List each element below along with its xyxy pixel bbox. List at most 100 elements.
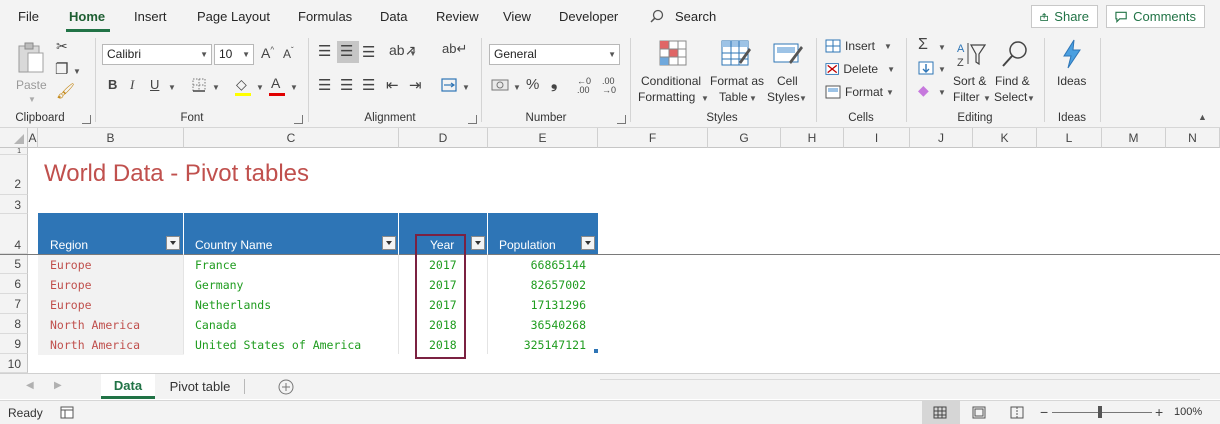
copy-dropdown-arrow[interactable]: ▼ — [73, 67, 81, 76]
sheet-tab-data[interactable]: Data — [101, 374, 155, 399]
row-header-3[interactable]: 3 — [0, 195, 28, 214]
search-icon[interactable] — [650, 9, 664, 23]
font-size-combo[interactable]: 10 ▼ — [214, 44, 254, 65]
row-header-8[interactable]: 8 — [0, 314, 28, 334]
tab-home[interactable]: Home — [69, 9, 105, 24]
table-cell-region[interactable]: Europe — [50, 258, 92, 272]
table-cell-population[interactable]: 82657002 — [531, 278, 586, 292]
sort-filter-button[interactable]: A Z Sort & Filter ▼ — [950, 37, 992, 107]
normal-view-icon[interactable] — [933, 406, 947, 419]
comma-style-icon[interactable]: ❟ — [551, 76, 557, 92]
column-header-h[interactable]: H — [781, 128, 844, 148]
column-header-d[interactable]: D — [399, 128, 488, 148]
filter-dropdown-region[interactable] — [166, 236, 180, 250]
sheet-prev-arrow-icon[interactable]: ◀ — [26, 380, 34, 391]
format-painter-icon[interactable]: 🖌 — [56, 84, 75, 99]
underline-dropdown-arrow[interactable]: ▼ — [168, 83, 176, 92]
select-all-corner[interactable] — [0, 128, 28, 148]
fill-dropdown-arrow[interactable]: ▼ — [938, 65, 946, 74]
decrease-indent-icon[interactable]: ⇤ — [386, 78, 399, 93]
cut-icon[interactable]: ✂ — [56, 39, 68, 53]
percent-icon[interactable]: % — [526, 77, 539, 92]
font-name-combo[interactable]: Calibri ▼ — [102, 44, 212, 65]
column-header-f[interactable]: F — [598, 128, 708, 148]
fill-down-icon[interactable] — [918, 61, 934, 75]
table-cell-region[interactable]: North America — [50, 318, 140, 332]
merge-dropdown-arrow[interactable]: ▼ — [462, 83, 470, 92]
increase-indent-icon[interactable]: ⇥ — [409, 78, 422, 93]
align-bottom-icon[interactable]: ☰ — [362, 45, 375, 60]
accounting-format-icon[interactable] — [491, 78, 509, 92]
orientation-dropdown-arrow[interactable]: ▼ — [409, 49, 417, 58]
row-header-6[interactable]: 6 — [0, 274, 28, 294]
accounting-dropdown-arrow[interactable]: ▼ — [513, 83, 521, 92]
search-box[interactable]: Search — [675, 9, 716, 24]
tab-file[interactable]: File — [18, 9, 39, 24]
font-launcher[interactable] — [294, 115, 303, 124]
tab-review[interactable]: Review — [436, 9, 479, 24]
cell-styles-button[interactable]: Cell Styles ▼ — [765, 37, 811, 107]
paste-button[interactable]: Paste ▼ — [14, 39, 48, 104]
tab-formulas[interactable]: Formulas — [298, 9, 352, 24]
column-header-e[interactable]: E — [488, 128, 598, 148]
table-cell-country[interactable]: Canada — [195, 318, 237, 332]
clear-dropdown-arrow[interactable]: ▼ — [938, 88, 946, 97]
format-as-table-button[interactable]: Format as Table ▼ — [709, 37, 765, 107]
decrease-font-icon[interactable]: Aˇ — [283, 47, 294, 61]
header-cell-country[interactable]: Country Name — [184, 213, 398, 254]
macro-recording-icon[interactable] — [60, 406, 74, 419]
tab-view[interactable]: View — [503, 9, 531, 24]
autosum-dropdown-arrow[interactable]: ▼ — [938, 43, 946, 52]
sheet-next-arrow-icon[interactable]: ▶ — [54, 380, 62, 391]
fill-color-icon[interactable]: ◇ — [236, 77, 247, 91]
sheet-title[interactable]: World Data - Pivot tables — [44, 160, 309, 188]
align-middle-icon[interactable]: ☰ — [340, 44, 353, 59]
table-cell-population[interactable]: 325147121 — [524, 338, 586, 352]
zoom-slider-track[interactable] — [1052, 412, 1152, 413]
table-cell-region[interactable]: North America — [50, 338, 140, 352]
insert-cells-button[interactable]: Insert ▼ — [825, 37, 895, 55]
add-sheet-icon[interactable] — [278, 379, 294, 395]
clipboard-launcher[interactable] — [82, 115, 91, 124]
page-layout-view-icon[interactable] — [972, 406, 986, 419]
clear-icon[interactable]: ◆ — [918, 83, 929, 97]
tab-data[interactable]: Data — [380, 9, 407, 24]
align-top-icon[interactable]: ☰ — [318, 44, 331, 59]
column-header-j[interactable]: J — [910, 128, 973, 148]
column-header-a[interactable]: A — [28, 128, 38, 148]
zoom-level[interactable]: 100% — [1174, 406, 1202, 418]
column-header-i[interactable]: I — [844, 128, 910, 148]
align-right-icon[interactable]: ☰ — [362, 78, 375, 93]
ideas-button[interactable]: Ideas — [1052, 37, 1092, 107]
font-color-dropdown-arrow[interactable]: ▼ — [290, 83, 298, 92]
column-header-m[interactable]: M — [1102, 128, 1166, 148]
delete-cells-button[interactable]: Delete ▼ — [825, 60, 895, 78]
filter-dropdown-population[interactable] — [581, 236, 595, 250]
collapse-ribbon-icon[interactable]: ▲ — [1198, 113, 1207, 122]
bold-icon[interactable]: B — [108, 78, 117, 91]
zoom-slider-thumb[interactable] — [1098, 406, 1102, 418]
row-header-2[interactable]: 2 — [0, 155, 28, 195]
number-launcher[interactable] — [617, 115, 626, 124]
fill-color-dropdown-arrow[interactable]: ▼ — [256, 83, 264, 92]
row-header-4[interactable]: 4 — [0, 214, 28, 254]
column-header-c[interactable]: C — [184, 128, 399, 148]
table-cell-country[interactable]: Germany — [195, 278, 243, 292]
page-break-view-icon[interactable] — [1010, 406, 1024, 419]
column-header-b[interactable]: B — [38, 128, 184, 148]
italic-icon[interactable]: I — [130, 78, 134, 91]
header-cell-region[interactable]: Region — [38, 213, 183, 254]
table-cell-country[interactable]: United States of America — [195, 338, 361, 352]
row-header-10[interactable]: 10 — [0, 354, 28, 373]
tab-developer[interactable]: Developer — [559, 9, 618, 24]
table-cell-region[interactable]: Europe — [50, 278, 92, 292]
table-cell-country[interactable]: Netherlands — [195, 298, 271, 312]
comments-button[interactable]: Comments — [1106, 5, 1205, 28]
borders-icon[interactable] — [192, 78, 206, 92]
align-center-icon[interactable]: ☰ — [340, 78, 353, 93]
underline-icon[interactable]: U — [150, 78, 159, 91]
autosum-icon[interactable]: Σ — [918, 37, 928, 53]
column-header-g[interactable]: G — [708, 128, 781, 148]
row-header-1[interactable]: 1 — [0, 148, 28, 155]
table-cell-population[interactable]: 36540268 — [531, 318, 586, 332]
